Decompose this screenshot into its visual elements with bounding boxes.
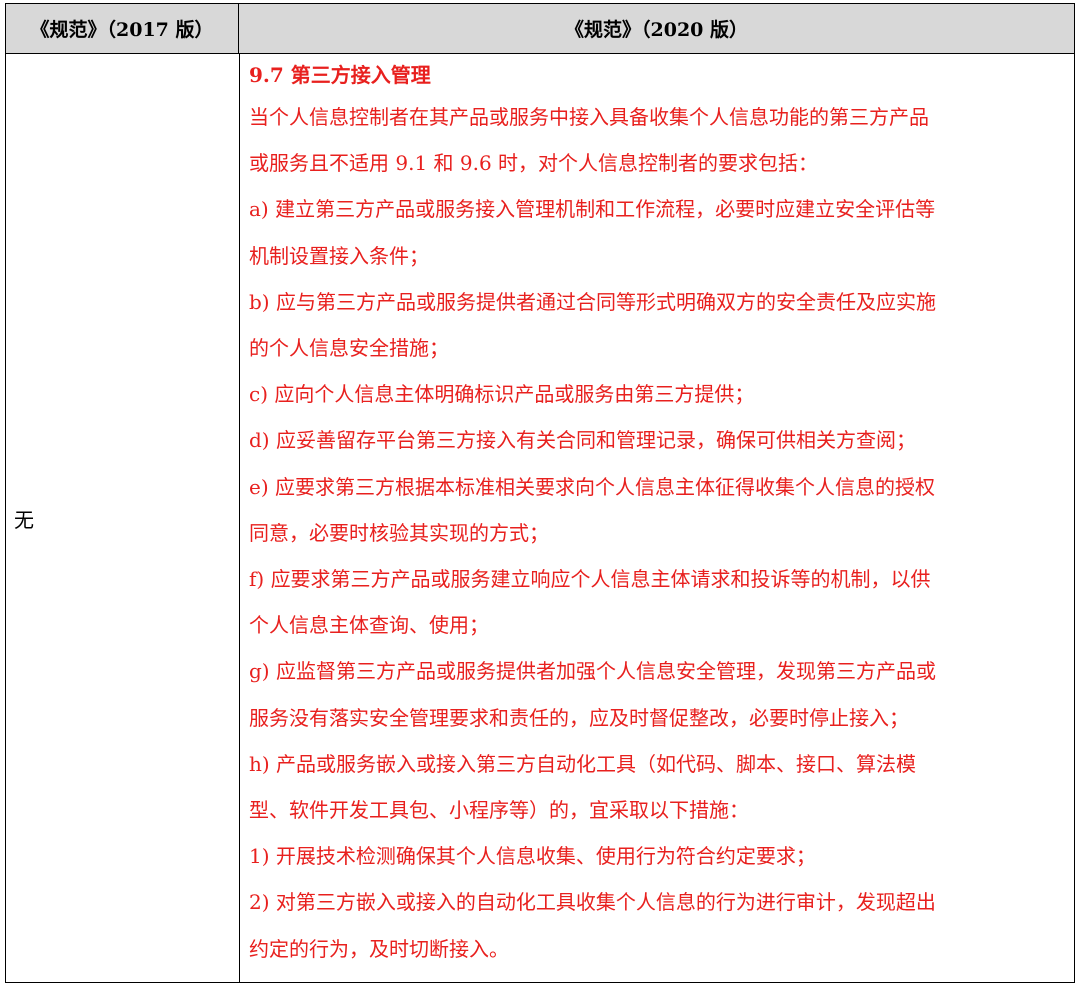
text-line: 2) 对第三方嵌入或接入的自动化工具收集个人信息的行为进行审计，发现超出 bbox=[249, 890, 936, 915]
text-line: h) 产品或服务嵌入或接入第三方自动化工具（如代码、脚本、接口、算法模 bbox=[249, 751, 917, 776]
text-line: e) 应要求第三方根据本标准相关要求向个人信息主体征得收集个人信息的授权 bbox=[249, 474, 935, 499]
column-divider bbox=[239, 54, 240, 982]
text-line: 约定的行为，及时切断接入。 bbox=[249, 936, 509, 961]
text-line: 服务没有落实安全管理要求和责任的，应及时督促整改，必要时停止接入； bbox=[249, 705, 909, 730]
table-header-row: 《规范》（2017 版） 《规范》（2020 版） bbox=[6, 4, 1074, 54]
section-title: 9.7 第三方接入管理 bbox=[249, 63, 431, 87]
text-line: 同意，必要时核验其实现的方式； bbox=[249, 520, 549, 545]
text-line: 的个人信息安全措施； bbox=[249, 336, 449, 361]
text-line: 或服务且不适用 9.1 和 9.6 时，对个人信息控制者的要求包括： bbox=[249, 151, 819, 176]
text-line: b) 应与第三方产品或服务提供者通过合同等形式明确双方的安全责任及应实施 bbox=[249, 289, 936, 314]
header-2020-version: 《规范》（2020 版） bbox=[565, 19, 748, 41]
text-line: 机制设置接入条件； bbox=[249, 243, 429, 268]
text-line: 个人信息主体查询、使用； bbox=[249, 613, 489, 638]
text-line: c) 应向个人信息主体明确标识产品或服务由第三方提供； bbox=[249, 382, 755, 407]
text-line: 1) 开展技术检测确保其个人信息收集、使用行为符合约定要求； bbox=[249, 844, 816, 869]
cell-2020-content: 9.7 第三方接入管理 当个人信息控制者在其产品或服务中接入具备收集个人信息功能… bbox=[249, 56, 1064, 972]
text-line: f) 应要求第三方产品或服务建立响应个人信息主体请求和投诉等的机制，以供 bbox=[249, 567, 931, 592]
cell-2017-content: 无 bbox=[14, 507, 34, 532]
text-line: g) 应监督第三方产品或服务提供者加强个人信息安全管理，发现第三方产品或 bbox=[249, 659, 936, 684]
text-line: 当个人信息控制者在其产品或服务中接入具备收集个人信息功能的第三方产品 bbox=[249, 105, 929, 129]
text-line: d) 应妥善留存平台第三方接入有关合同和管理记录，确保可供相关方查阅； bbox=[249, 428, 916, 453]
text-line: a) 建立第三方产品或服务接入管理机制和工作流程，必要时应建立安全评估等 bbox=[249, 197, 936, 222]
header-2017-version: 《规范》（2017 版） bbox=[6, 4, 239, 53]
text-line: 型、软件开发工具包、小程序等）的，宜采取以下措施： bbox=[249, 798, 749, 823]
comparison-table: 《规范》（2017 版） 《规范》（2020 版） 无 9.7 第三方接入管理 … bbox=[5, 3, 1075, 983]
